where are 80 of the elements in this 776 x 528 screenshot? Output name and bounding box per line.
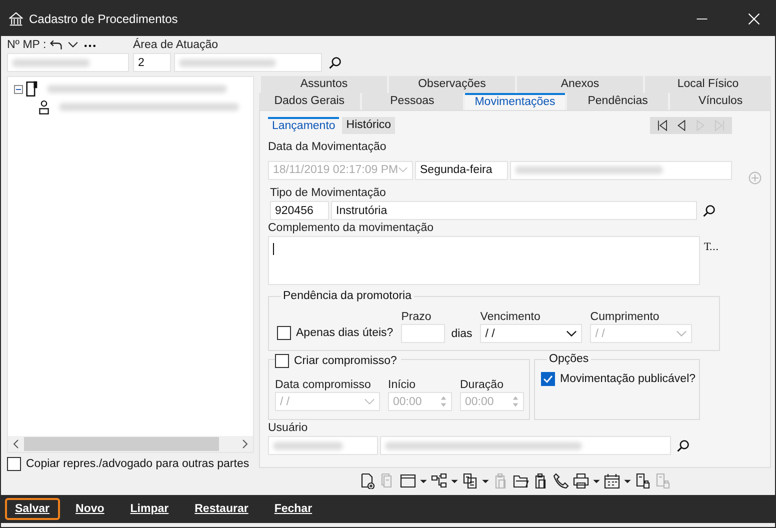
group-title: Opções bbox=[547, 352, 591, 366]
checkbox-label: Criar compromisso? bbox=[294, 355, 397, 367]
subtab[interactable]: Lançamento bbox=[268, 117, 340, 134]
publishable-checkbox[interactable]: Movimentação publicável? bbox=[541, 372, 693, 386]
search-icon[interactable] bbox=[676, 438, 690, 452]
action-button[interactable]: Salvar bbox=[5, 498, 60, 520]
subtab[interactable]: Histórico bbox=[342, 117, 396, 134]
window-title: Cadastro de Procedimentos bbox=[29, 12, 178, 26]
field-label: Duração bbox=[460, 378, 504, 392]
user-name-field[interactable] bbox=[380, 436, 671, 455]
person-icon[interactable] bbox=[38, 99, 50, 115]
area-code-field[interactable]: 2 bbox=[133, 53, 171, 72]
checkbox-label: Copiar repres./advogado para outras partes bbox=[26, 458, 250, 470]
field-label: Início bbox=[388, 378, 416, 392]
text-button[interactable]: T... bbox=[704, 242, 719, 253]
phone-icon[interactable] bbox=[552, 473, 568, 489]
type-name-field[interactable]: Instrutória bbox=[331, 201, 697, 220]
close-button[interactable] bbox=[747, 12, 761, 26]
copy-checkbox[interactable]: Copiar repres./advogado para outras partes bbox=[7, 457, 254, 471]
clipboard-icon[interactable] bbox=[532, 473, 548, 489]
tab[interactable]: Pendências bbox=[567, 93, 668, 110]
transfer-icon[interactable] bbox=[462, 473, 478, 489]
doc-lock-icon[interactable] bbox=[634, 473, 650, 489]
tab[interactable]: Vínculos bbox=[670, 93, 771, 110]
horizontal-scrollbar[interactable] bbox=[8, 436, 253, 452]
mp-number-field[interactable] bbox=[7, 53, 129, 72]
field-label: Prazo bbox=[401, 310, 432, 324]
checkbox-icon[interactable] bbox=[275, 354, 289, 368]
dropdown-arrow-icon[interactable] bbox=[482, 478, 488, 484]
dropdown-arrow-icon[interactable] bbox=[450, 478, 458, 484]
area-name-field[interactable] bbox=[174, 53, 322, 72]
prev-record-button[interactable] bbox=[675, 119, 688, 132]
tab[interactable]: Local Físico bbox=[645, 76, 771, 93]
business-days-checkbox[interactable]: Apenas dias úteis? bbox=[277, 326, 394, 340]
deadline-field[interactable] bbox=[401, 324, 446, 343]
tab[interactable]: Assuntos bbox=[261, 76, 387, 93]
search-icon[interactable] bbox=[702, 204, 716, 218]
checkbox-label: Apenas dias úteis? bbox=[296, 327, 394, 339]
dropdown-arrow-icon[interactable] bbox=[592, 478, 600, 484]
undo-icon[interactable] bbox=[49, 38, 64, 52]
first-record-button[interactable] bbox=[656, 119, 669, 132]
field-label: Data compromisso bbox=[275, 378, 372, 392]
collapse-icon[interactable] bbox=[14, 84, 23, 94]
text-field[interactable] bbox=[510, 160, 732, 180]
date-dropdown[interactable]: / / bbox=[480, 324, 582, 343]
checkbox-label: Movimentação publicável? bbox=[560, 373, 696, 385]
dropdown-arrow-icon[interactable] bbox=[420, 478, 426, 484]
chevron-down-icon[interactable] bbox=[566, 330, 578, 338]
search-icon[interactable] bbox=[328, 56, 342, 70]
area-label: Área de Atuação bbox=[133, 38, 220, 52]
window-icon[interactable] bbox=[400, 473, 416, 489]
dropdown-arrow-icon[interactable] bbox=[624, 478, 630, 484]
printer-icon[interactable] bbox=[572, 473, 588, 489]
checkbox-icon[interactable] bbox=[277, 326, 291, 340]
unit-label: dias bbox=[451, 328, 472, 340]
field-label: Usuário bbox=[268, 421, 309, 435]
field-label: Cumprimento bbox=[590, 310, 660, 324]
checkbox-icon[interactable] bbox=[7, 457, 21, 471]
field-label: Vencimento bbox=[480, 310, 542, 324]
mp-label: Nº MP : bbox=[7, 38, 46, 52]
folder-icon[interactable] bbox=[512, 473, 528, 489]
field-label: Data da Movimentação bbox=[268, 140, 388, 154]
group-title: Pendência da promotoria bbox=[281, 289, 414, 303]
tab[interactable]: Movimentações bbox=[464, 93, 566, 110]
tab[interactable]: Observações bbox=[389, 76, 515, 93]
doc-add-icon[interactable] bbox=[360, 473, 376, 489]
checkbox-icon[interactable] bbox=[541, 372, 555, 386]
columns-icon bbox=[9, 12, 23, 26]
hierarchy-icon[interactable] bbox=[430, 473, 446, 489]
calendar-icon[interactable] bbox=[604, 473, 620, 489]
field-label: Tipo de Movimentação bbox=[270, 186, 387, 200]
user-id-field[interactable] bbox=[268, 436, 378, 455]
document-icon[interactable] bbox=[26, 81, 38, 97]
tab[interactable]: Dados Gerais bbox=[259, 93, 360, 110]
blurred-text bbox=[273, 442, 343, 450]
tab[interactable]: Pessoas bbox=[362, 93, 463, 110]
code-field[interactable]: 920456 bbox=[270, 201, 329, 220]
tab[interactable]: Anexos bbox=[517, 76, 643, 93]
create-appointment-checkbox[interactable]: Criar compromisso? bbox=[275, 354, 401, 368]
field-label: Complemento da movimentação bbox=[268, 221, 435, 235]
